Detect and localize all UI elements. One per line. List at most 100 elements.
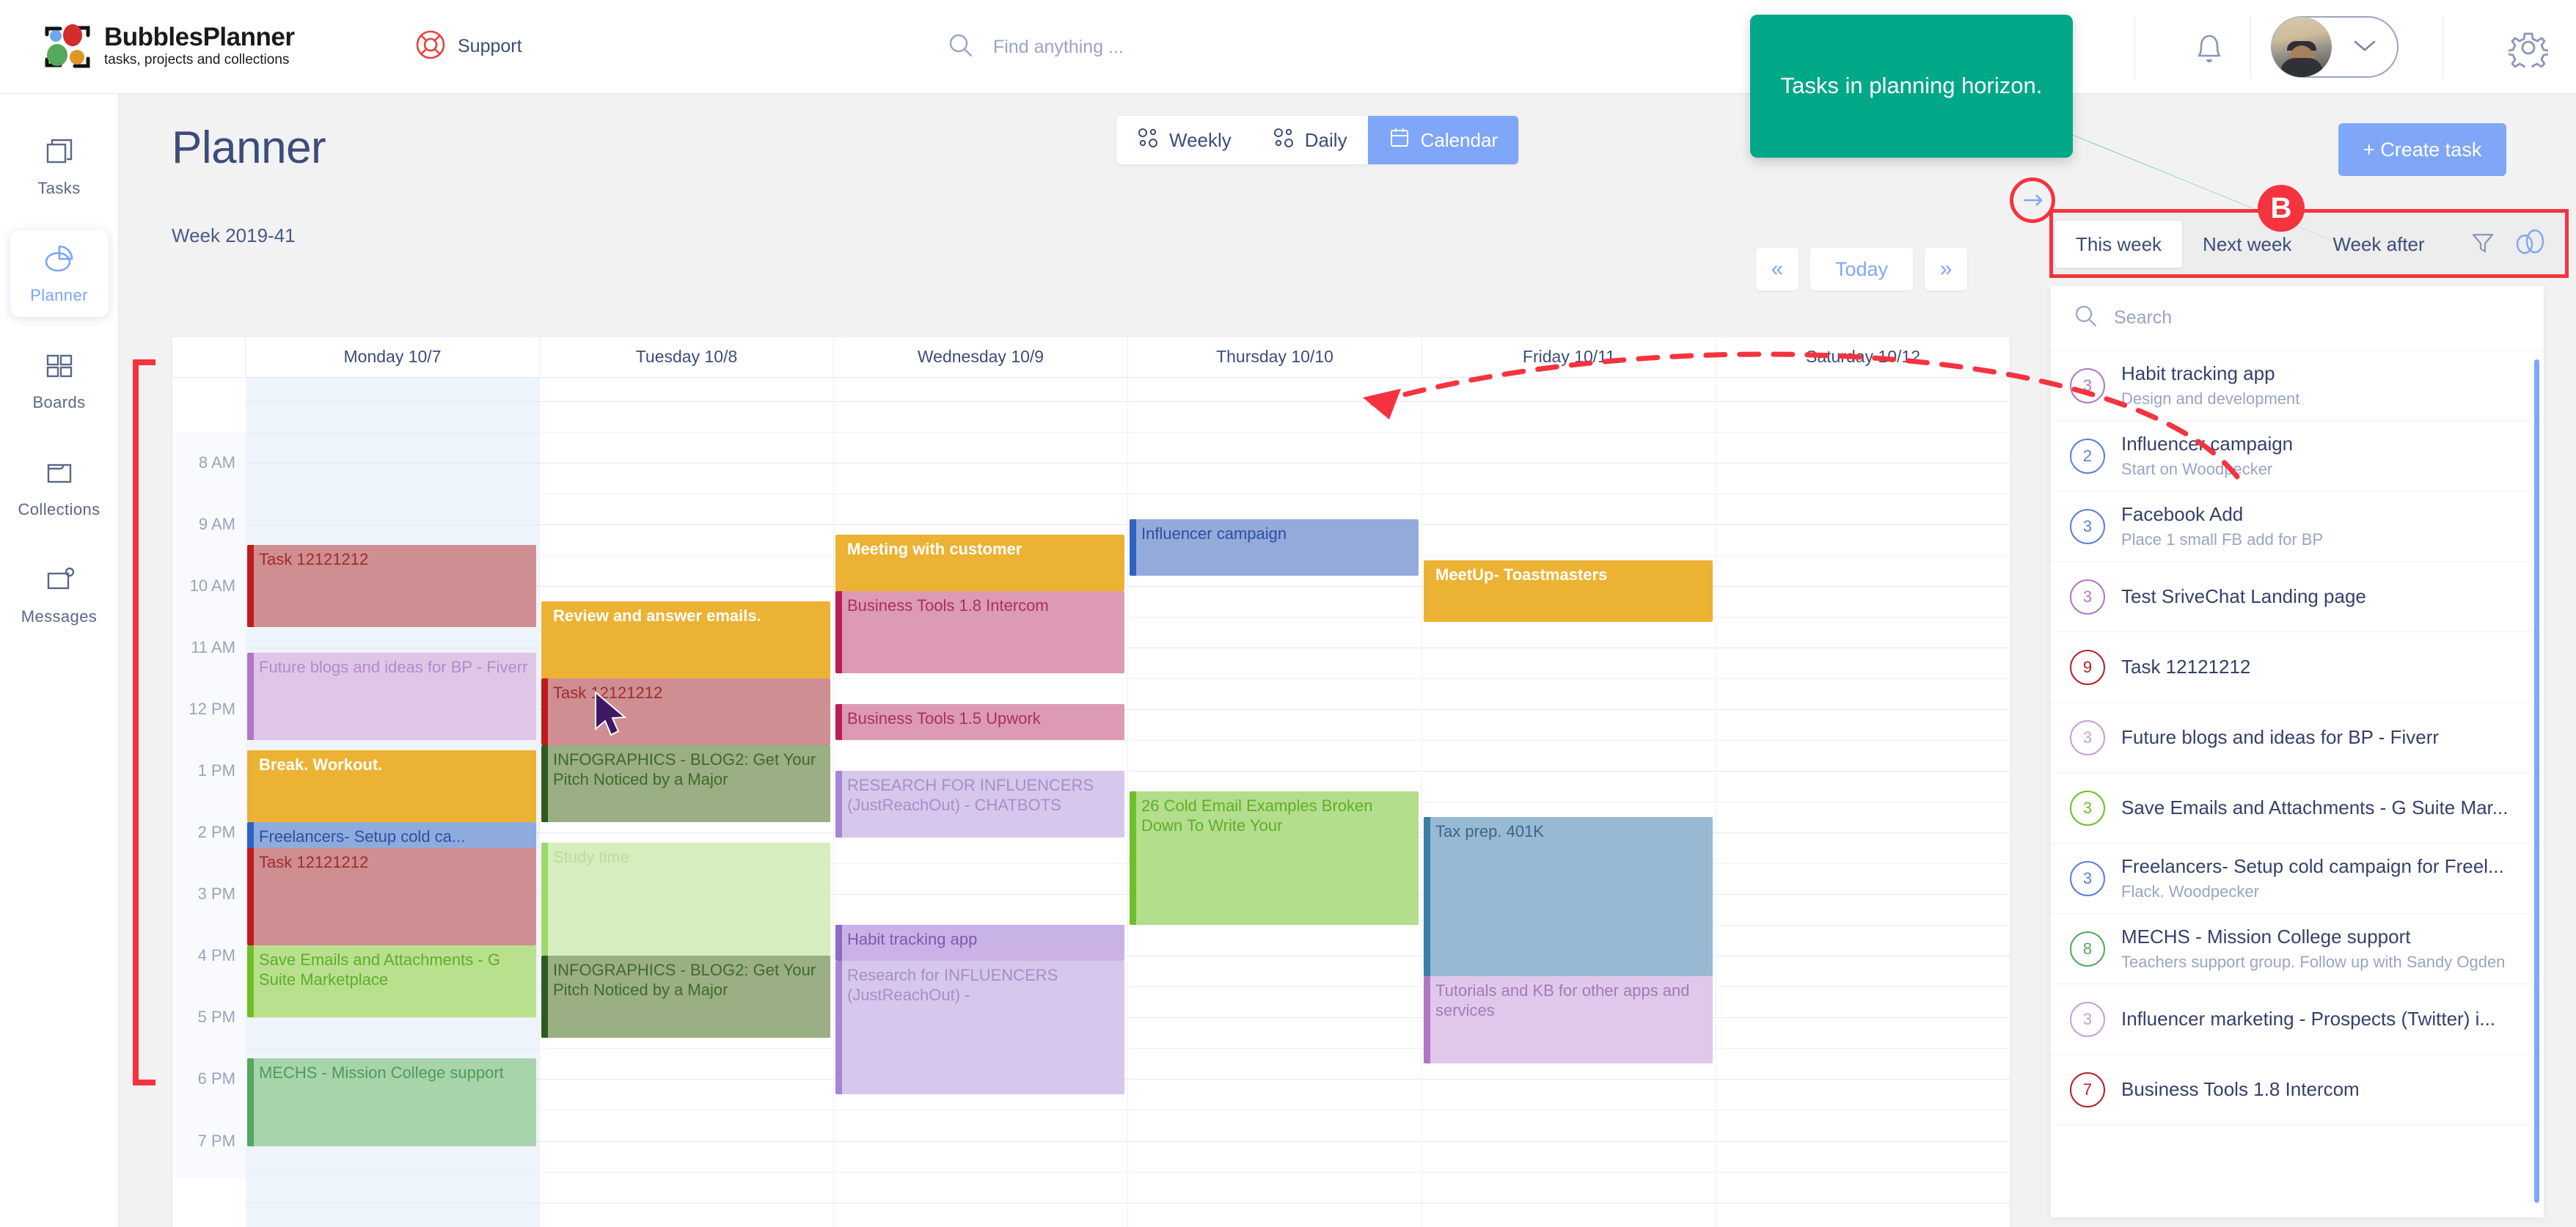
event-title: INFOGRAPHICS - BLOG2: Get Your Pitch Not… <box>553 961 816 1000</box>
task-text: Test SriveChat Landing page <box>2121 585 2366 608</box>
grid-line <box>1422 1079 1716 1080</box>
calendar-event[interactable]: Break. Workout. <box>247 750 536 823</box>
calendar-event[interactable]: Study time <box>541 843 830 956</box>
tab-daily[interactable]: Daily <box>1252 116 1368 164</box>
task-list-item[interactable]: 3 Facebook Add Place 1 small FB add for BP <box>2051 491 2544 562</box>
task-list-item[interactable]: 8 MECHS - Mission College support Teachers… <box>2051 914 2544 984</box>
task-search[interactable]: Search <box>2051 286 2544 351</box>
event-color-bar <box>541 956 548 1039</box>
calendar-event[interactable]: Tutorials and KB for other apps and serv… <box>1424 976 1713 1064</box>
grid-line <box>246 462 539 464</box>
task-list-item[interactable]: 7 Business Tools 1.8 Intercom <box>2051 1055 2544 1125</box>
grid-line <box>540 462 833 464</box>
support-link[interactable]: Support <box>415 29 522 64</box>
tab-calendar[interactable]: Calendar <box>1367 116 1519 164</box>
filter-icon[interactable] <box>2469 229 2497 260</box>
calendar-event[interactable]: Review and answer emails. <box>541 601 830 679</box>
next-week-button[interactable]: » <box>1925 248 1968 290</box>
tab-week-after[interactable]: Week after <box>2312 221 2445 268</box>
day-column-monday[interactable]: Task 12121212 Future blogs and ideas for … <box>246 378 540 1227</box>
app-logo[interactable]: BubblesPlanner tasks, projects and colle… <box>41 23 349 71</box>
calendar-event[interactable]: Tax prep. 401K <box>1424 817 1713 977</box>
calendar-event[interactable]: MeetUp- Toastmasters <box>1424 560 1713 623</box>
grid-line <box>540 832 833 834</box>
task-title: Freelancers- Setup cold campaign for Fre… <box>2121 855 2504 877</box>
sidebar-item-label: Planner <box>30 285 88 304</box>
grid-line <box>1716 863 2010 865</box>
sidebar-item-tasks[interactable]: Tasks <box>10 123 109 210</box>
grid-line <box>1716 555 2010 557</box>
calendar-event[interactable]: Meeting with customer <box>835 535 1124 592</box>
day-header[interactable]: Thursday 10/10 <box>1128 337 1422 377</box>
settings-button[interactable] <box>2506 28 2550 73</box>
event-title: RESEARCH FOR INFLUENCERS (JustReachOut) … <box>847 776 1094 815</box>
create-task-button[interactable]: + Create task <box>2338 123 2507 176</box>
calendar-event[interactable]: INFOGRAPHICS - BLOG2: Get Your Pitch Not… <box>541 956 830 1039</box>
task-count-badge: 3 <box>2070 1001 2105 1037</box>
day-header[interactable]: Saturday 10/12 <box>1716 337 2010 377</box>
calendar-event[interactable]: Future blogs and ideas for BP - Fiverr <box>247 653 536 741</box>
day-header[interactable]: Monday 10/7 <box>246 337 540 377</box>
task-list-item[interactable]: 3 Save Emails and Attachments - G Suite M… <box>2051 773 2544 843</box>
grid-line <box>1422 1171 1716 1173</box>
calendar-event[interactable]: Business Tools 1.8 Intercom <box>835 591 1124 674</box>
task-list-item[interactable]: 9 Task 12121212 <box>2051 632 2544 703</box>
global-search[interactable]: Find anything ... <box>946 0 1124 94</box>
grid-line <box>1128 986 1421 988</box>
calendar-event[interactable]: RESEARCH FOR INFLUENCERS (JustReachOut) … <box>835 771 1124 838</box>
event-title: INFOGRAPHICS - BLOG2: Get Your Pitch Not… <box>553 750 816 789</box>
task-list-item[interactable]: 3 Influencer marketing - Prospects (Twitt… <box>2051 984 2544 1055</box>
calendar-event[interactable]: 26 Cold Email Examples Broken Down To Wr… <box>1130 791 1419 926</box>
grid-line <box>1128 617 1421 618</box>
calendar-event[interactable]: MECHS - Mission College support <box>247 1058 536 1146</box>
task-list-item[interactable]: 3 Future blogs and ideas for BP - Fiverr <box>2051 703 2544 773</box>
calendar-event[interactable]: INFOGRAPHICS - BLOG2: Get Your Pitch Not… <box>541 745 830 823</box>
calendar-event[interactable]: Save Emails and Attachments - G Suite Ma… <box>247 945 536 1018</box>
notifications-button[interactable] <box>2192 29 2227 70</box>
task-list-item[interactable]: 3 Test SriveChat Landing page <box>2051 562 2544 632</box>
grid-line <box>1128 771 1421 772</box>
task-list-item[interactable]: 2 Influencer campaign Start on Woodpecker <box>2051 421 2544 491</box>
grid-line <box>1422 678 1716 680</box>
calendar-event[interactable]: Habit tracking app <box>835 925 1124 962</box>
week-range-tabs: This week Next week Week after <box>2051 211 2564 277</box>
grid-line <box>1716 1202 2010 1204</box>
day-header[interactable]: Friday 10/11 <box>1422 337 1716 377</box>
today-button[interactable]: Today <box>1810 248 1914 290</box>
top-bar: BubblesPlanner tasks, projects and colle… <box>0 0 2576 94</box>
sidebar-item-messages[interactable]: Messages <box>10 552 109 638</box>
calendar-event[interactable]: Task 12121212 <box>247 545 536 628</box>
day-column-friday[interactable]: MeetUp- Toastmasters Tax prep. 401K Tutori… <box>1422 378 1716 1227</box>
time-gutter: 7 AM8 AM9 AM10 AM11 AM12 PM1 PM2 PM3 PM4… <box>172 378 246 1227</box>
bubbles-icon[interactable] <box>2513 228 2545 261</box>
day-header[interactable]: Tuesday 10/8 <box>540 337 834 377</box>
task-list-item[interactable]: 3 Freelancers- Setup cold campaign for Fr… <box>2051 843 2544 914</box>
day-header[interactable]: Wednesday 10/9 <box>834 337 1128 377</box>
task-list-scrollbar[interactable] <box>2534 359 2539 1203</box>
sidebar-item-planner[interactable]: Planner <box>10 230 109 317</box>
day-column-saturday[interactable] <box>1716 378 2010 1227</box>
sidebar-item-boards[interactable]: Boards <box>10 337 109 424</box>
task-list-item[interactable]: 3 Habit tracking app Design and developmen… <box>2051 351 2544 421</box>
calendar-event[interactable]: Business Tools 1.5 Upwork <box>835 704 1124 741</box>
tab-weekly[interactable]: Weekly <box>1116 116 1252 164</box>
day-column-thursday[interactable]: Influencer campaign 26 Cold Email Example… <box>1128 378 1422 1227</box>
calendar-event[interactable]: Task 12121212 <box>247 848 536 946</box>
grid-line <box>834 894 1127 895</box>
grid-line <box>540 431 833 433</box>
event-title: Break. Workout. <box>259 755 383 774</box>
day-column-tuesday[interactable]: Review and answer emails. Task 12121212 IN… <box>540 378 834 1227</box>
annotation-circle-arrow <box>2010 177 2055 223</box>
calendar-event[interactable]: Task 12121212 <box>541 678 830 746</box>
event-title: Tax prep. 401K <box>1435 822 1544 841</box>
calendar-event[interactable]: Research for INFLUENCERS (JustReachOut) … <box>835 961 1124 1095</box>
calendar-event[interactable]: Influencer campaign <box>1130 519 1419 576</box>
tab-this-week[interactable]: This week <box>2055 221 2183 268</box>
user-menu[interactable] <box>2271 16 2398 78</box>
event-color-bar <box>541 745 548 823</box>
day-column-wednesday[interactable]: Meeting with customer Business Tools 1.8 … <box>834 378 1128 1227</box>
calendar-icon <box>1388 126 1410 155</box>
sidebar-item-collections[interactable]: Collections <box>10 444 109 531</box>
bubbles-icon <box>1273 127 1295 154</box>
prev-week-button[interactable]: « <box>1756 248 1799 290</box>
